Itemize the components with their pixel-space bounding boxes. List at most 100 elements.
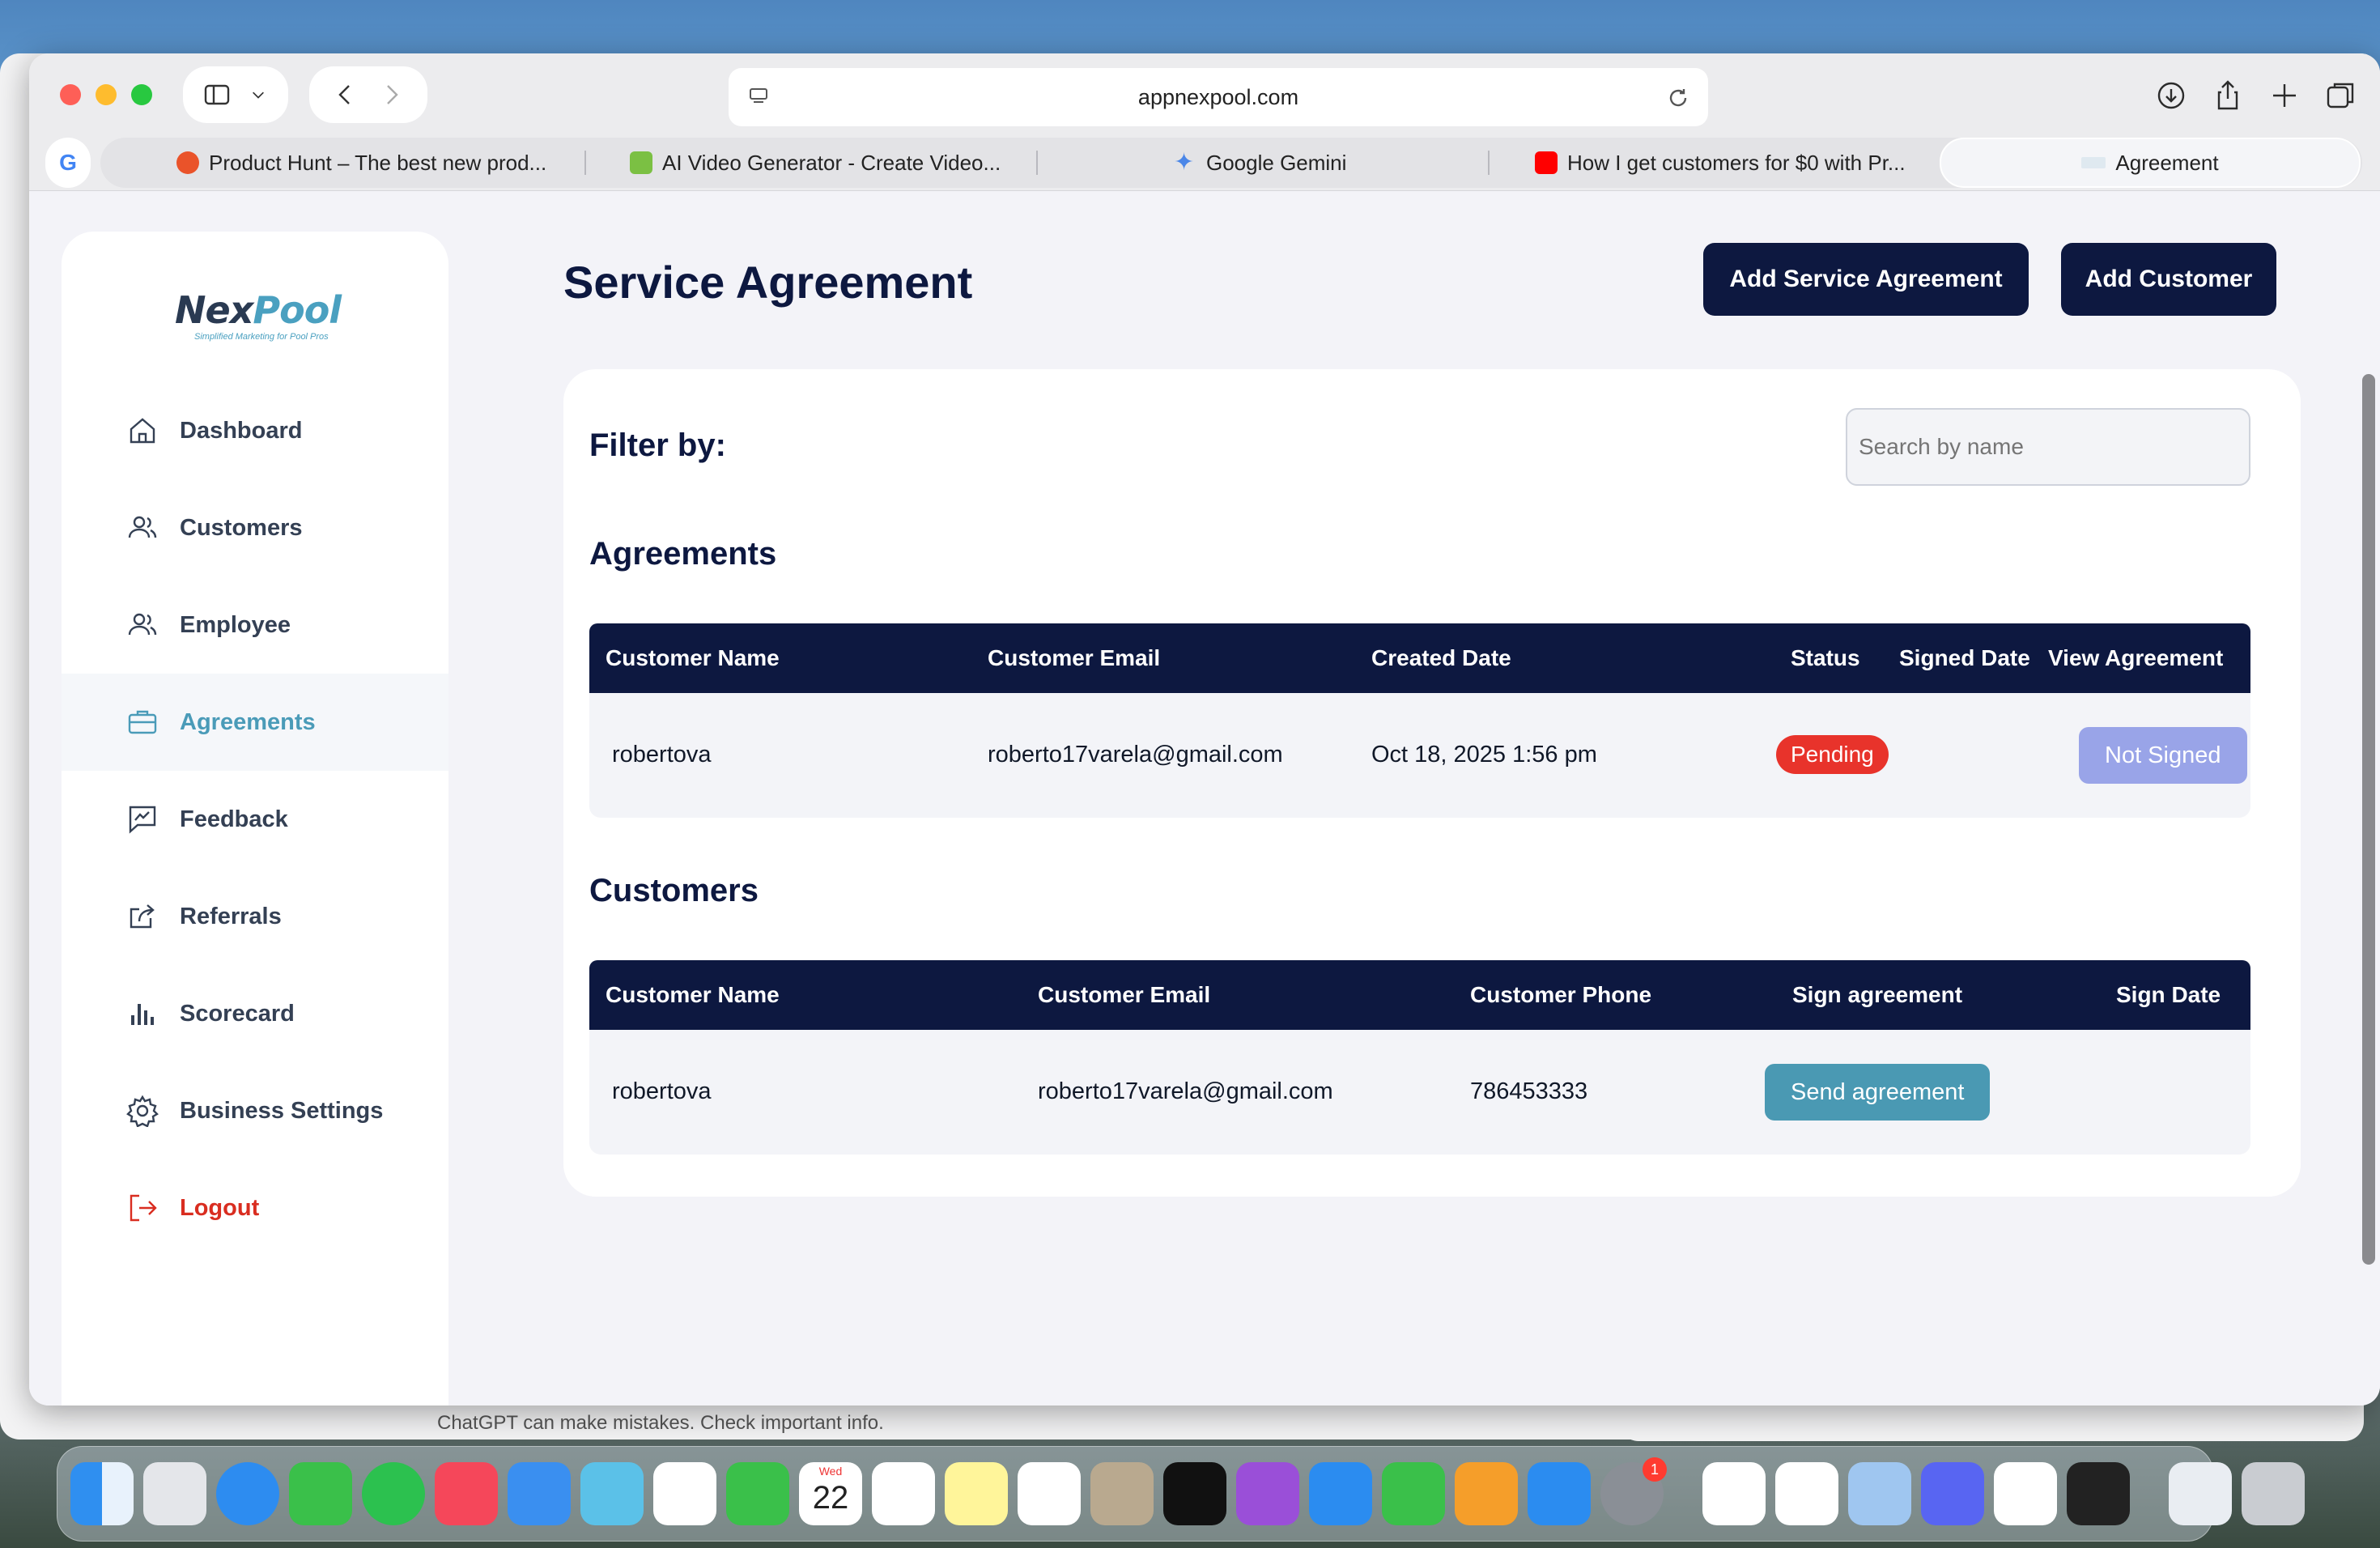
tab-product-hunt[interactable]: Product Hunt – The best new prod...	[176, 138, 638, 188]
tab-overview-button[interactable]	[2323, 78, 2359, 113]
app-page: NexPool Simplified Marketing for Pool Pr…	[29, 191, 2380, 1406]
tab-label: Agreement	[2115, 151, 2219, 175]
column-header: Created Date	[1371, 645, 1511, 670]
share-up-icon	[2217, 80, 2238, 110]
sidebar-toggle[interactable]	[183, 66, 288, 123]
maps-icon[interactable]	[580, 1462, 644, 1525]
downloads-stack-icon[interactable]	[2169, 1462, 2232, 1525]
search-input[interactable]	[1846, 408, 2250, 486]
page-scrollbar[interactable]	[2362, 374, 2375, 1265]
utility-app-icon[interactable]	[2067, 1462, 2130, 1525]
close-window-button[interactable]	[60, 84, 81, 105]
sidebar-item-label: Feedback	[180, 806, 288, 832]
quicktime-icon[interactable]	[1775, 1462, 1838, 1525]
zoom-window-button[interactable]	[131, 84, 152, 105]
facetime-icon[interactable]	[726, 1462, 789, 1525]
podcasts-icon[interactable]	[1236, 1462, 1299, 1525]
table-row: robertova roberto17varela@gmail.com Oct …	[589, 693, 2250, 818]
keynote-icon[interactable]	[1309, 1462, 1372, 1525]
calendar-icon[interactable]: Wed 22	[799, 1462, 862, 1525]
customer-phone-cell: 786453333	[1470, 1078, 1588, 1104]
column-header: View Agreement	[2048, 645, 2224, 670]
assistant-app-icon[interactable]	[1848, 1462, 1911, 1525]
sidebar: NexPool Simplified Marketing for Pool Pr…	[62, 232, 448, 1406]
sidebar-item-scorecard[interactable]: Scorecard	[62, 965, 448, 1062]
freeform-icon[interactable]	[1018, 1462, 1081, 1525]
tab-bar: Product Hunt – The best new prod... AI V…	[100, 138, 2362, 188]
agreements-table-header: Customer Name Customer Email Created Dat…	[589, 623, 2250, 693]
browser-window: appnexpool.com G Product Hunt – The best…	[29, 53, 2380, 1406]
sidebar-item-dashboard[interactable]: Dashboard	[62, 382, 448, 479]
reload-icon[interactable]	[1666, 86, 1690, 110]
tab-agreement[interactable]: Agreement	[1940, 138, 2361, 188]
customer-email-cell: roberto17varela@gmail.com	[1038, 1078, 1333, 1104]
users-icon	[128, 613, 157, 636]
pages-icon[interactable]	[1455, 1462, 1518, 1525]
column-header: Signed Date	[1899, 645, 2030, 670]
sidebar-item-business-settings[interactable]: Business Settings	[62, 1062, 448, 1159]
grid-app-icon[interactable]	[1702, 1462, 1766, 1525]
photos-icon[interactable]	[653, 1462, 716, 1525]
plus-icon	[2273, 84, 2296, 107]
sidebar-item-customers[interactable]: Customers	[62, 479, 448, 576]
finder-icon[interactable]	[70, 1462, 134, 1525]
numbers-icon[interactable]	[1382, 1462, 1445, 1525]
sidebar-item-agreements[interactable]: Agreements	[62, 674, 448, 771]
apple-tv-icon[interactable]	[1163, 1462, 1226, 1525]
news-icon[interactable]	[435, 1462, 498, 1525]
customer-name-cell: robertova	[612, 742, 712, 768]
sidebar-item-referrals[interactable]: Referrals	[62, 868, 448, 965]
sidebar-item-logout[interactable]: Logout	[62, 1159, 448, 1257]
system-settings-icon[interactable]: 1	[1600, 1457, 1667, 1525]
not-signed-button[interactable]: Not Signed	[2079, 727, 2247, 784]
safari-icon[interactable]	[216, 1462, 279, 1525]
add-customer-button[interactable]: Add Customer	[2061, 243, 2276, 316]
nexpool-logo[interactable]: NexPool	[175, 288, 342, 332]
table-row: robertova roberto17varela@gmail.com 7864…	[589, 1030, 2250, 1155]
reminders-icon[interactable]	[872, 1462, 935, 1525]
chevron-down-icon	[253, 91, 264, 99]
users-icon	[128, 516, 157, 538]
sidebar-item-employee[interactable]: Employee	[62, 576, 448, 674]
forward-icon[interactable]	[377, 81, 405, 108]
customers-heading: Customers	[589, 873, 759, 908]
send-agreement-button[interactable]: Send agreement	[1765, 1064, 1991, 1121]
address-bar[interactable]: appnexpool.com	[729, 68, 1708, 126]
share-button[interactable]	[2210, 78, 2246, 113]
sidebar-item-feedback[interactable]: Feedback	[62, 771, 448, 868]
app-store-icon[interactable]	[1528, 1462, 1591, 1525]
nexpool-favicon-icon	[2081, 157, 2106, 168]
whatsapp-icon[interactable]	[362, 1462, 425, 1525]
tab-ai-video[interactable]: AI Video Generator - Create Video...	[630, 138, 1083, 188]
messages-icon[interactable]	[289, 1462, 352, 1525]
filter-label: Filter by:	[589, 427, 726, 463]
contacts-icon[interactable]	[1090, 1462, 1154, 1525]
minimize-window-button[interactable]	[96, 84, 117, 105]
tab-youtube[interactable]: How I get customers for $0 with Pr...	[1535, 138, 2004, 188]
launchpad-icon[interactable]	[143, 1462, 206, 1525]
sidebar-item-label: Logout	[180, 1194, 260, 1221]
page-settings-icon[interactable]	[748, 86, 769, 107]
notes-icon[interactable]	[945, 1462, 1008, 1525]
column-header: Customer Name	[606, 982, 780, 1007]
background-note: ChatGPT can make mistakes. Check importa…	[437, 1412, 884, 1434]
home-icon	[130, 418, 155, 444]
sidebar-item-label: Agreements	[180, 708, 316, 735]
add-service-agreement-button[interactable]: Add Service Agreement	[1703, 243, 2029, 316]
sidebar-icon	[204, 84, 230, 105]
downloads-button[interactable]	[2153, 78, 2189, 113]
tab-label: Google Gemini	[1206, 151, 1347, 175]
tab-gemini[interactable]: ✦ Google Gemini	[1174, 138, 1498, 188]
capcut-icon[interactable]	[1994, 1462, 2057, 1525]
mail-icon[interactable]	[508, 1462, 571, 1525]
column-header: Sign Date	[2116, 982, 2221, 1007]
trash-icon[interactable]	[2242, 1462, 2305, 1525]
discord-icon[interactable]	[1921, 1462, 1984, 1525]
new-tab-button[interactable]	[2267, 78, 2302, 113]
column-header: Status	[1791, 645, 1860, 670]
tab-label: How I get customers for $0 with Pr...	[1567, 151, 1906, 175]
back-icon[interactable]	[332, 81, 359, 108]
column-header: Customer Email	[1038, 982, 1211, 1007]
google-favicon[interactable]: G	[45, 138, 91, 188]
column-header: Sign agreement	[1792, 982, 1963, 1007]
